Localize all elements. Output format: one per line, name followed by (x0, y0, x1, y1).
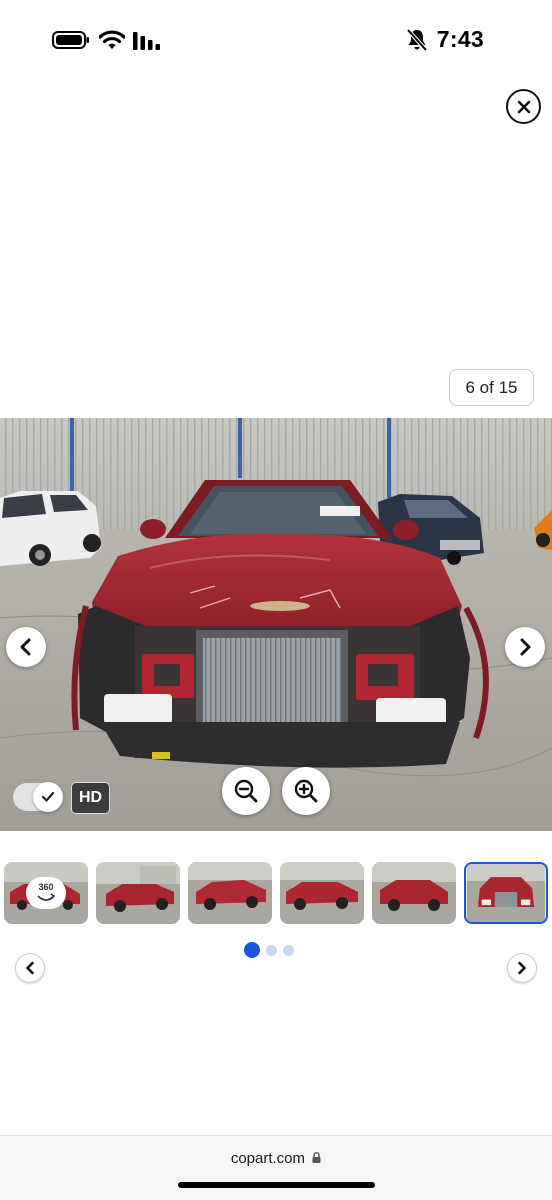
rotate-360-badge: 360 (26, 877, 66, 909)
zoom-out-button[interactable] (222, 767, 270, 815)
image-toggle-switch[interactable] (13, 782, 63, 812)
thumbnail-image (188, 862, 272, 924)
thumbnail-360-view[interactable]: 360 (4, 862, 88, 924)
chevron-left-icon (20, 638, 31, 656)
toggle-knob (33, 782, 63, 812)
status-time: 7:43 (436, 26, 484, 52)
chevron-right-icon (520, 638, 531, 656)
pagination-dot-3[interactable] (283, 944, 294, 956)
previous-photo-button[interactable] (6, 627, 46, 667)
thumbnail-image (96, 862, 180, 924)
zoom-out-icon (234, 779, 258, 803)
status-bar: 7:43 (0, 0, 552, 80)
checkmark-icon (41, 791, 55, 802)
lock-icon (312, 1152, 321, 1163)
rotate-360-icon (37, 892, 56, 901)
photo-counter: 6 of 15 (449, 369, 534, 406)
thumbnail-next-button[interactable] (507, 953, 537, 983)
hd-toggle-button[interactable]: HD (71, 782, 110, 814)
home-indicator[interactable] (178, 1182, 375, 1188)
thumbnail-photo-6-selected[interactable] (464, 862, 548, 924)
battery-icon (52, 31, 89, 49)
bell-slash-icon (406, 28, 428, 52)
thumbnail-photo-4[interactable] (280, 862, 364, 924)
badge-360-label: 360 (38, 881, 54, 892)
url-display[interactable]: copart.com (0, 1150, 552, 1167)
chevron-right-icon (518, 961, 526, 975)
chevron-left-icon (26, 961, 34, 975)
thumbnail-image (372, 862, 456, 924)
thumbnail-strip: 360 (0, 862, 552, 926)
thumbnail-prev-button[interactable] (15, 953, 45, 983)
next-photo-button[interactable] (505, 627, 545, 667)
thumbnail-image (280, 862, 364, 924)
browser-url-bar[interactable] (0, 1135, 552, 1200)
close-icon (517, 100, 530, 113)
thumbnail-photo-5[interactable] (372, 862, 456, 924)
thumbnail-pagination (244, 942, 294, 958)
close-button[interactable] (506, 89, 541, 124)
zoom-in-button[interactable] (282, 767, 330, 815)
pagination-dot-2[interactable] (266, 944, 277, 956)
url-text: copart.com (230, 1150, 306, 1167)
wifi-icon (99, 30, 125, 49)
damaged-car-image (0, 418, 552, 831)
cellular-signal-icon (133, 32, 160, 50)
thumbnail-photo-3[interactable] (188, 862, 272, 924)
thumbnail-image (466, 864, 546, 922)
main-vehicle-photo[interactable] (0, 418, 552, 831)
pagination-dot-1[interactable] (244, 942, 260, 958)
zoom-in-icon (294, 779, 318, 803)
thumbnail-photo-2[interactable] (96, 862, 180, 924)
